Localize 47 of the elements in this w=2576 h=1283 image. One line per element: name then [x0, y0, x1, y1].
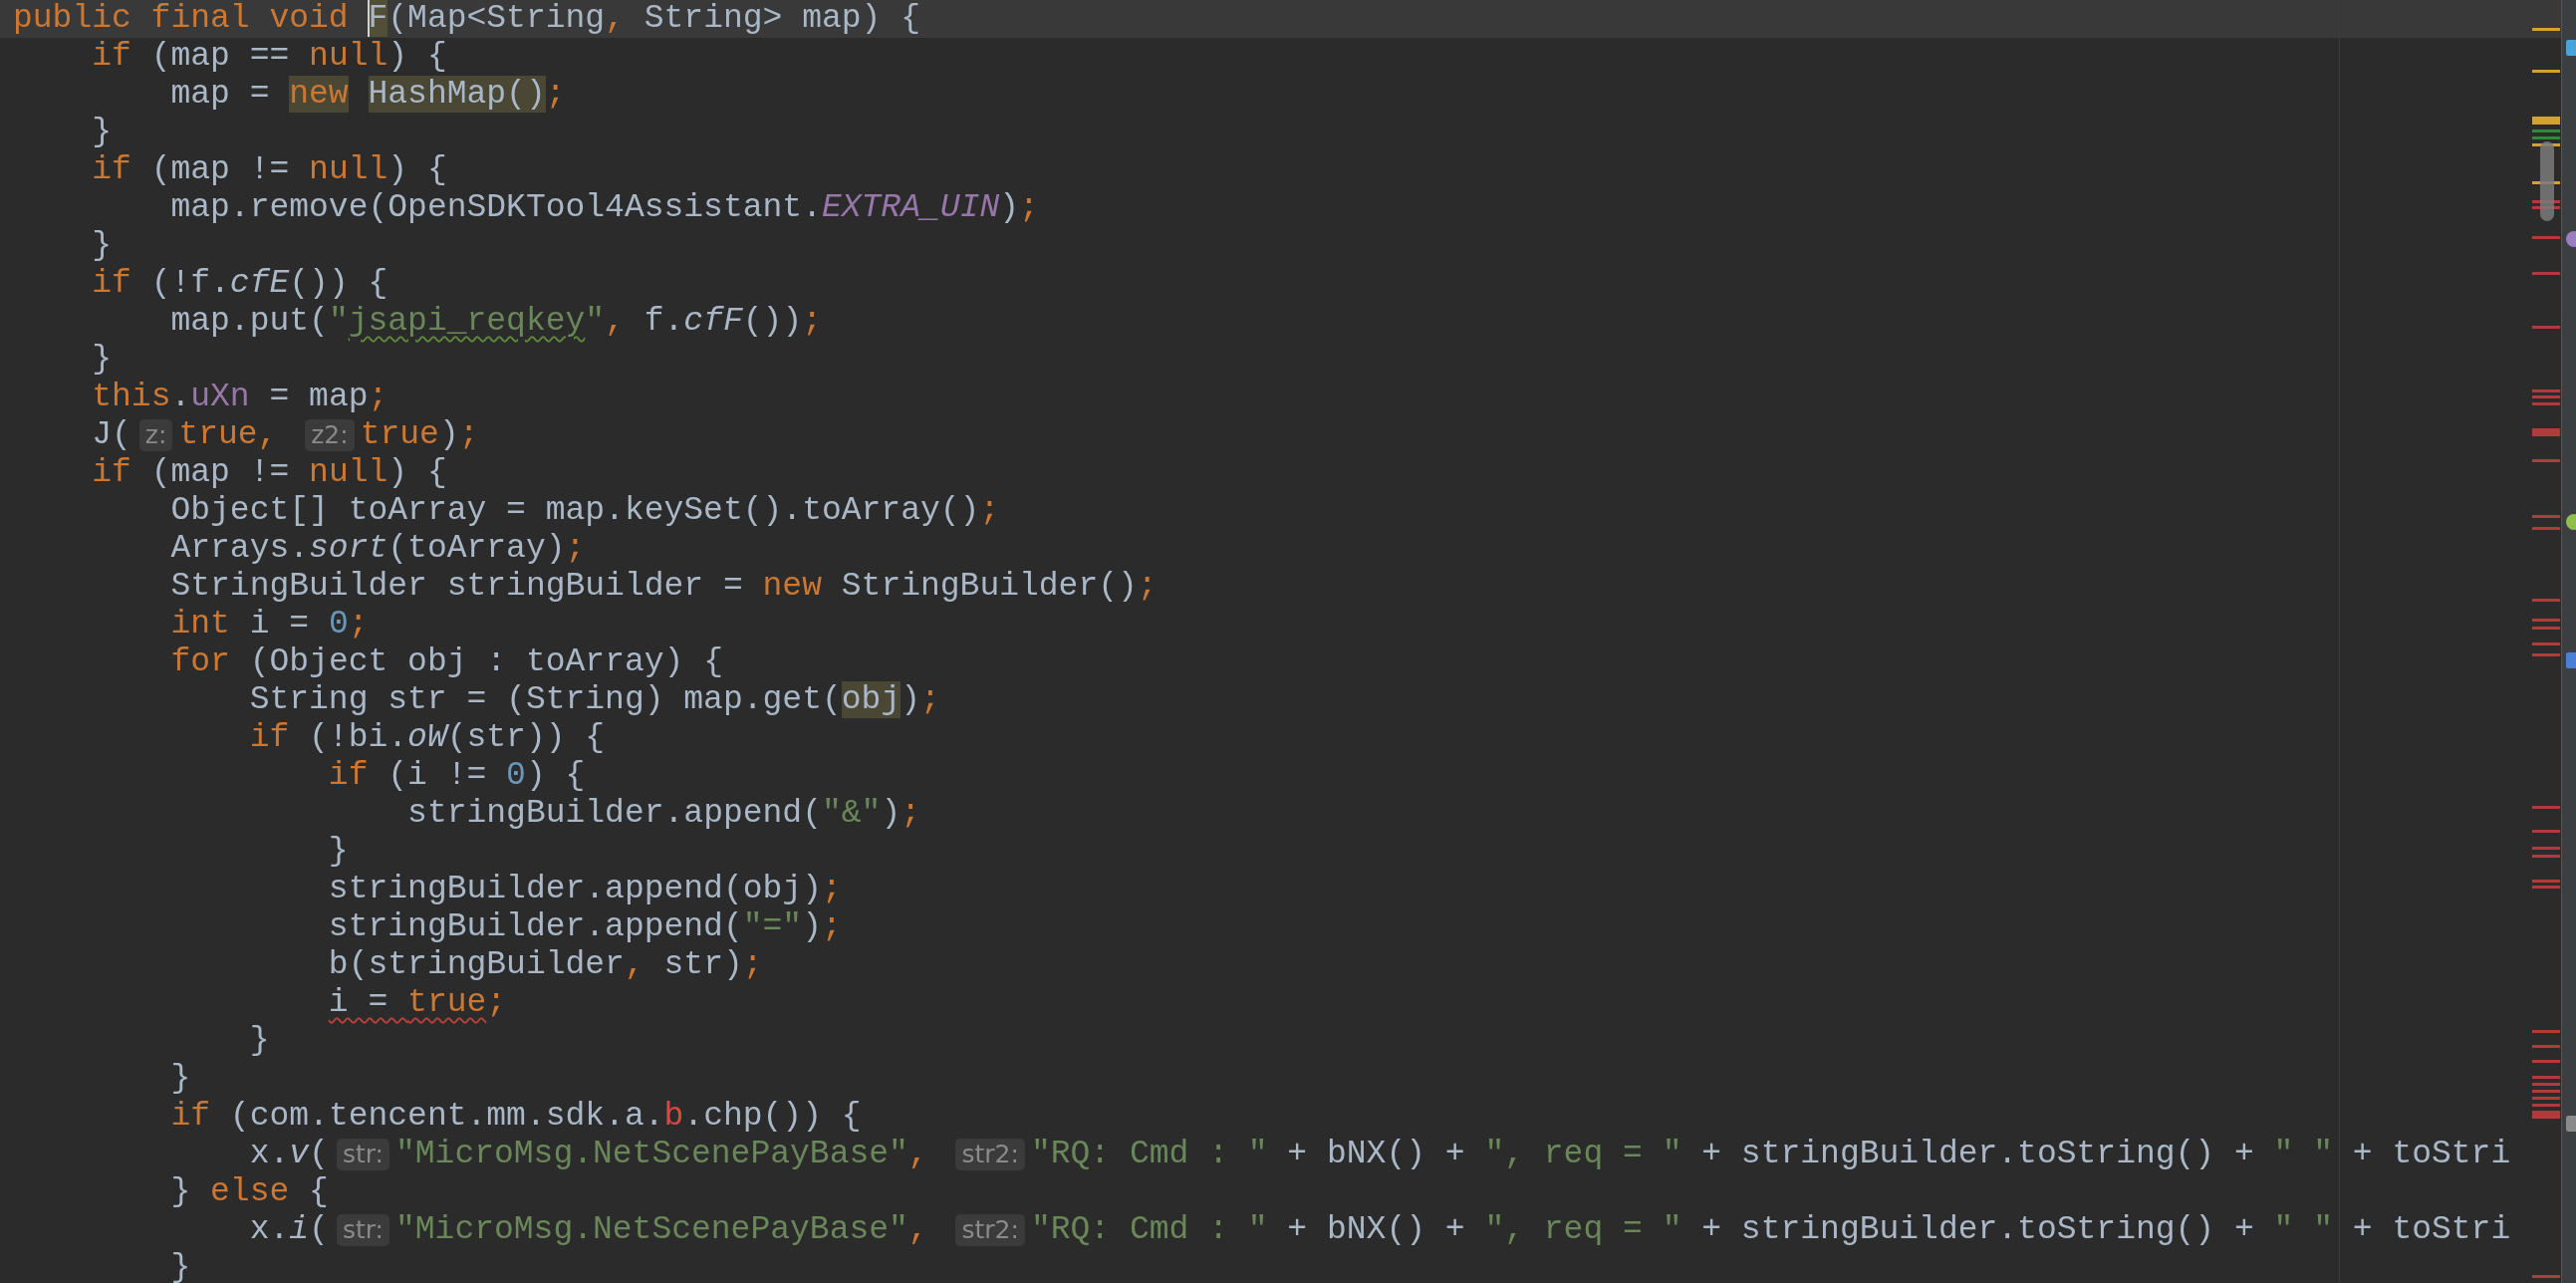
code-line: if (map != null) { — [91, 454, 447, 492]
code-line: map.remove(OpenSDKTool4Assistant.EXTRA_UIN); — [169, 189, 1039, 227]
code-line: } else { — [169, 1173, 329, 1211]
code-line: if (!f.cfE()) { — [91, 265, 388, 303]
code-text: "RQ: Cmd : " + bNX() + ", req = " + stringBuilder.toString() + " " + toStri — [1030, 1211, 2511, 1249]
code-line: Arrays.sort(toArray); — [169, 530, 586, 568]
code-line: i = true; — [327, 984, 507, 1022]
code-text: x.i( — [248, 1211, 329, 1249]
code-line: stringBuilder.append("="); — [327, 908, 842, 946]
code-line: stringBuilder.append(obj); — [327, 871, 842, 908]
code-text: J( — [91, 416, 131, 454]
code-line: } — [169, 1249, 191, 1283]
code-line: int i = 0; — [169, 606, 369, 643]
code-line: map = new HashMap(); — [169, 76, 566, 114]
parameter-hint: str2: — [955, 1214, 1025, 1246]
code-line: if (i != 0) { — [327, 757, 586, 795]
code-line: Object[] toArray = map.keySet().toArray(); — [169, 492, 1000, 530]
code-text: "MicroMsg.NetScenePayBase", — [394, 1211, 929, 1249]
code-text: x.v( — [248, 1136, 329, 1173]
code-text: "RQ: Cmd : " + bNX() + ", req = " + stringBuilder.toString() + " " + toStri — [1030, 1136, 2511, 1173]
code-line: if (!bi.oW(str)) { — [248, 719, 606, 757]
code-line: b(stringBuilder, str); — [327, 946, 763, 984]
parameter-hint: str2: — [955, 1139, 1025, 1170]
code-line: } — [91, 341, 113, 379]
code-line: map.put("jsapi_reqkey", f.cfF()); — [169, 303, 822, 341]
code-line: StringBuilder stringBuilder = new StringBuilder(); — [169, 568, 1158, 606]
parameter-hint: z2: — [305, 419, 355, 451]
code-line: } — [169, 1060, 191, 1098]
scrollbar-thumb[interactable] — [2540, 141, 2554, 221]
parameter-hint: z: — [138, 419, 173, 451]
code-line: stringBuilder.append("&"); — [406, 795, 920, 833]
code-line: if (com.tencent.mm.sdk.a.b.chp()) { — [169, 1098, 862, 1136]
code-line: this.uXn = map; — [91, 379, 388, 416]
code-text: true); — [360, 416, 479, 454]
code-line: for (Object obj : toArray) { — [169, 643, 723, 681]
code-text: true, — [178, 416, 279, 454]
code-line: if (map == null) { — [91, 38, 447, 76]
code-line: } — [248, 1022, 270, 1060]
code-line: } — [327, 833, 349, 871]
code-line: if (map != null) { — [91, 151, 447, 189]
parameter-hint: str: — [336, 1214, 389, 1246]
code-line: } — [91, 227, 113, 265]
code-line: } — [91, 114, 113, 151]
parameter-hint: str: — [336, 1139, 389, 1170]
code-text: "MicroMsg.NetScenePayBase", — [394, 1136, 929, 1173]
code-line: public final void F(Map<String, String> map) { — [13, 0, 920, 38]
code-line: String str = (String) map.get(obj); — [248, 681, 940, 719]
